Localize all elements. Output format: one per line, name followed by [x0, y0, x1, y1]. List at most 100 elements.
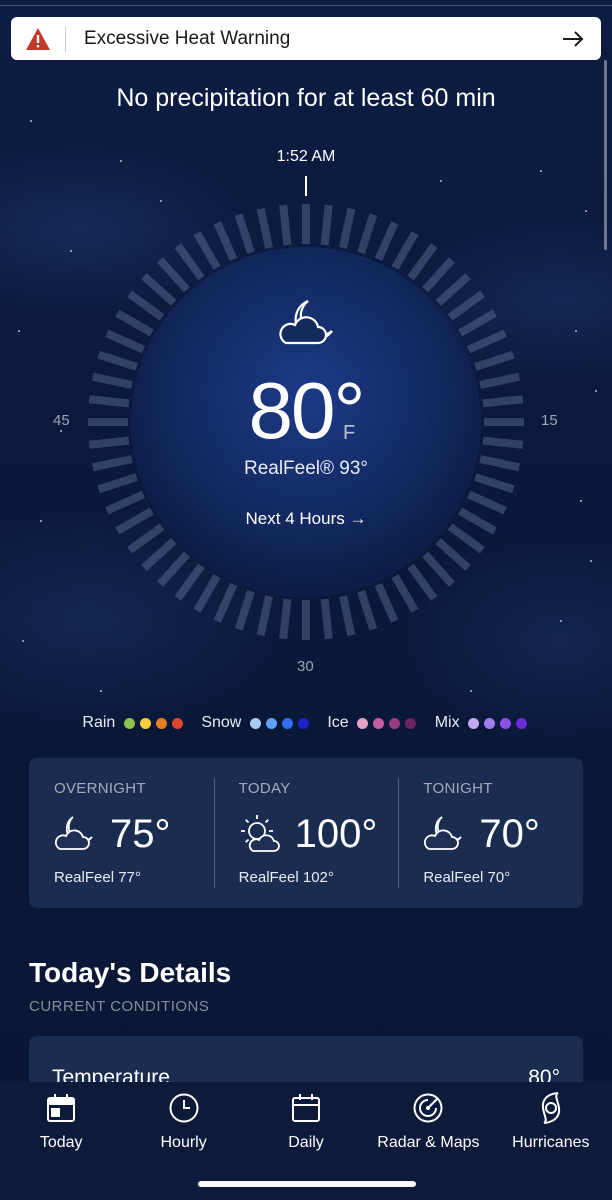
star [585, 210, 587, 212]
forecast-realfeel: RealFeel 70° [423, 869, 511, 886]
forecast-overnight[interactable]: OVERNIGHT 75° RealFeel 77° [29, 758, 214, 908]
forecast-temp: 70° [479, 811, 540, 856]
star [580, 500, 582, 502]
home-indicator[interactable] [198, 1181, 416, 1187]
dial-tick [91, 455, 133, 472]
minute-label-30: 30 [297, 658, 314, 675]
legend-label: Snow [201, 714, 242, 731]
heat-alert-banner[interactable]: Excessive Heat Warning [11, 17, 601, 60]
dial-tick [320, 598, 333, 640]
precipitation-legend: Rain Snow Ice Mix [0, 714, 612, 732]
details-subtitle: CURRENT CONDITIONS [29, 998, 210, 1015]
temperature-unit: F [343, 422, 356, 444]
moon-cloud-icon [274, 295, 338, 356]
warning-icon [11, 17, 65, 60]
star [595, 390, 597, 392]
forecast-realfeel: RealFeel 77° [54, 869, 141, 886]
tab-today[interactable]: Today [0, 1088, 122, 1200]
dial-tick [479, 372, 521, 389]
legend-swatch [281, 717, 293, 729]
legend-swatch [139, 717, 151, 729]
star [575, 330, 577, 332]
moon-cloud-icon [424, 816, 463, 850]
dial-tick [482, 395, 524, 408]
current-realfeel: RealFeel® 93° [243, 458, 369, 479]
star [590, 560, 592, 562]
legend-swatch [389, 717, 401, 729]
dial-tick [479, 455, 521, 472]
weather-app: Excessive Heat Warning No precipitation … [0, 0, 612, 1200]
next-4-hours-link[interactable]: Next 4 Hours → [131, 509, 481, 529]
forecast-summary-card[interactable]: OVERNIGHT 75° RealFeel 77° TODAY 100° Re… [29, 758, 583, 908]
status-divider [0, 5, 612, 6]
legend-swatch [405, 717, 417, 729]
details-title: Today's Details [29, 957, 232, 988]
calendar-icon [291, 1090, 321, 1126]
dial-tick [320, 204, 333, 246]
star [560, 620, 562, 622]
legend-label: Rain [82, 714, 116, 731]
forecast-temp: 75° [110, 811, 171, 856]
dial-tick [91, 372, 133, 389]
minute-label-45: 45 [53, 412, 70, 429]
tab-label: Radar & Maps [377, 1134, 480, 1151]
legend-group-ice: Ice [327, 714, 418, 732]
forecast-realfeel: RealFeel 102° [238, 869, 334, 886]
minute-label-15: 15 [541, 412, 558, 429]
legend-swatch [484, 717, 496, 729]
precipitation-summary: No precipitation for at least 60 min [116, 84, 496, 112]
forecast-period: OVERNIGHT [54, 780, 146, 797]
sun-cloud-icon [240, 815, 280, 852]
dial-tick [279, 598, 292, 640]
legend-swatch [516, 717, 528, 729]
calendar-today-icon [46, 1090, 76, 1126]
legend-swatch [373, 717, 385, 729]
legend-swatch [155, 717, 167, 729]
legend-swatch [357, 717, 369, 729]
tab-label: Hurricanes [512, 1134, 590, 1151]
forecast-period: TODAY [238, 780, 291, 797]
alert-text: Excessive Heat Warning [84, 27, 291, 49]
dial-tick [88, 395, 130, 408]
star [470, 690, 472, 692]
legend-swatch [265, 717, 277, 729]
dial-tick [279, 204, 292, 246]
legend-swatch [171, 717, 183, 729]
hurricane-icon [536, 1090, 566, 1126]
legend-swatch [249, 717, 261, 729]
legend-swatch [500, 717, 512, 729]
star [18, 330, 20, 332]
minutecast-time: 1:52 AM [276, 148, 336, 165]
star [22, 640, 24, 642]
legend-swatch [297, 717, 309, 729]
legend-group-snow: Snow [201, 714, 311, 732]
legend-label: Ice [327, 714, 349, 731]
tab-label: Daily [288, 1134, 324, 1151]
tab-hurricanes[interactable]: Hurricanes [490, 1088, 612, 1200]
dial-tick [88, 436, 130, 449]
star [30, 120, 32, 122]
arrow-right-icon[interactable] [545, 30, 601, 48]
star [100, 690, 102, 692]
forecast-tonight[interactable]: TONIGHT 70° RealFeel 70° [398, 758, 583, 908]
legend-swatch [123, 717, 135, 729]
star [40, 520, 42, 522]
current-temperature: 80° [248, 366, 366, 455]
dial-tick [256, 207, 273, 249]
legend-group-rain: Rain [82, 714, 185, 732]
forecast-temp: 100° [294, 811, 378, 856]
dial-tick [482, 436, 524, 449]
legend-label: Mix [434, 714, 460, 731]
legend-swatch [468, 717, 480, 729]
clock-icon [168, 1090, 200, 1126]
dial-tick [339, 595, 356, 637]
radar-icon [412, 1090, 444, 1126]
moon-cloud-icon [54, 816, 93, 850]
current-conditions: 80° F RealFeel® 93° Next 4 Hours → [131, 247, 481, 597]
dial-tick [256, 595, 273, 637]
dial-tick [339, 207, 356, 249]
tab-label: Hourly [160, 1134, 207, 1151]
forecast-today[interactable]: TODAY 100° RealFeel 102° [213, 758, 399, 908]
tab-label: Today [39, 1134, 83, 1151]
legend-group-mix: Mix [435, 714, 530, 732]
